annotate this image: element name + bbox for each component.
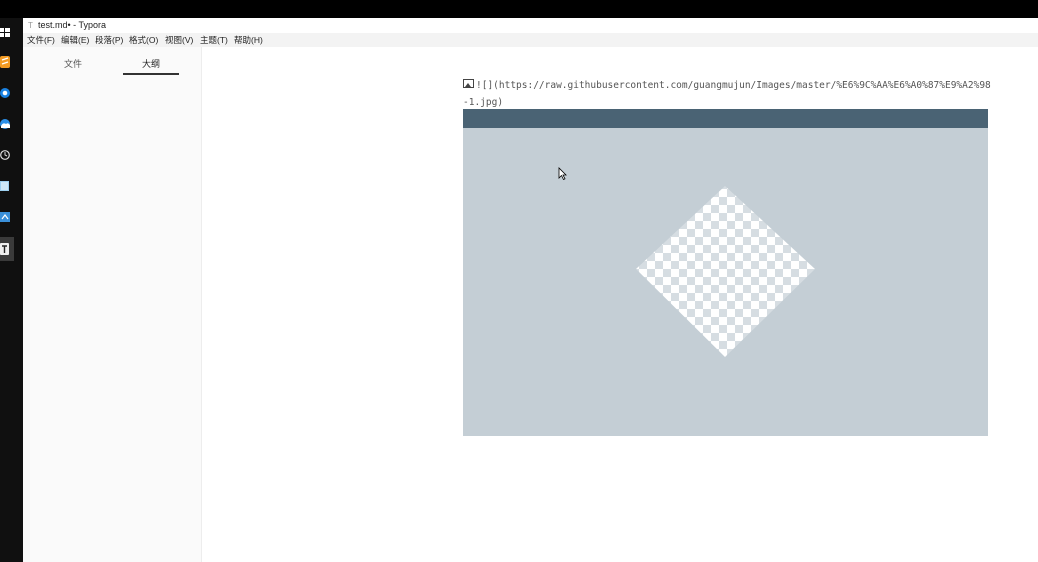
tab-files[interactable]: 文件 bbox=[64, 57, 82, 70]
photo-icon[interactable] bbox=[0, 179, 10, 193]
window-title: test.md• - Typora bbox=[38, 20, 107, 30]
menu-theme[interactable]: 主题(T) bbox=[200, 35, 228, 45]
clock-icon[interactable] bbox=[0, 148, 10, 162]
cloud-icon[interactable] bbox=[0, 117, 10, 131]
taskbar bbox=[0, 18, 23, 562]
typora-window: T test.md• - Typora 文件(F) 编辑(E) 段落(P) 格式… bbox=[23, 18, 1038, 562]
tab-outline[interactable]: 大纲 bbox=[142, 57, 160, 70]
markdown-image-text: ![](https://raw.githubusercontent.com/gu… bbox=[463, 80, 991, 108]
menu-view[interactable]: 视图(V) bbox=[165, 35, 193, 45]
menu-format[interactable]: 格式(O) bbox=[129, 35, 158, 45]
editor-area[interactable]: ![](https://raw.githubusercontent.com/gu… bbox=[202, 47, 1038, 562]
windows-start-icon[interactable] bbox=[0, 26, 10, 40]
title-bar: T test.md• - Typora bbox=[23, 18, 1038, 33]
image-icon bbox=[463, 79, 474, 88]
active-tab-indicator bbox=[123, 73, 179, 75]
typora-app-icon: T bbox=[28, 21, 33, 30]
menu-edit[interactable]: 编辑(E) bbox=[61, 35, 89, 45]
menu-bar: 文件(F) 编辑(E) 段落(P) 格式(O) 视图(V) 主题(T) 帮助(H… bbox=[23, 33, 1038, 47]
mouse-cursor-icon bbox=[558, 167, 567, 180]
image-preview[interactable] bbox=[463, 109, 988, 436]
sidebar: 文件 大纲 bbox=[23, 47, 202, 562]
markdown-image-source[interactable]: ![](https://raw.githubusercontent.com/gu… bbox=[463, 77, 993, 111]
checkerboard-diamond-pattern bbox=[636, 186, 815, 357]
typora-icon[interactable] bbox=[0, 237, 14, 261]
menu-file[interactable]: 文件(F) bbox=[27, 35, 55, 45]
browser-icon[interactable] bbox=[0, 86, 10, 100]
sublime-icon[interactable] bbox=[0, 55, 10, 69]
menu-help[interactable]: 帮助(H) bbox=[234, 35, 263, 45]
terminal-icon[interactable] bbox=[0, 210, 10, 224]
menu-paragraph[interactable]: 段落(P) bbox=[95, 35, 123, 45]
